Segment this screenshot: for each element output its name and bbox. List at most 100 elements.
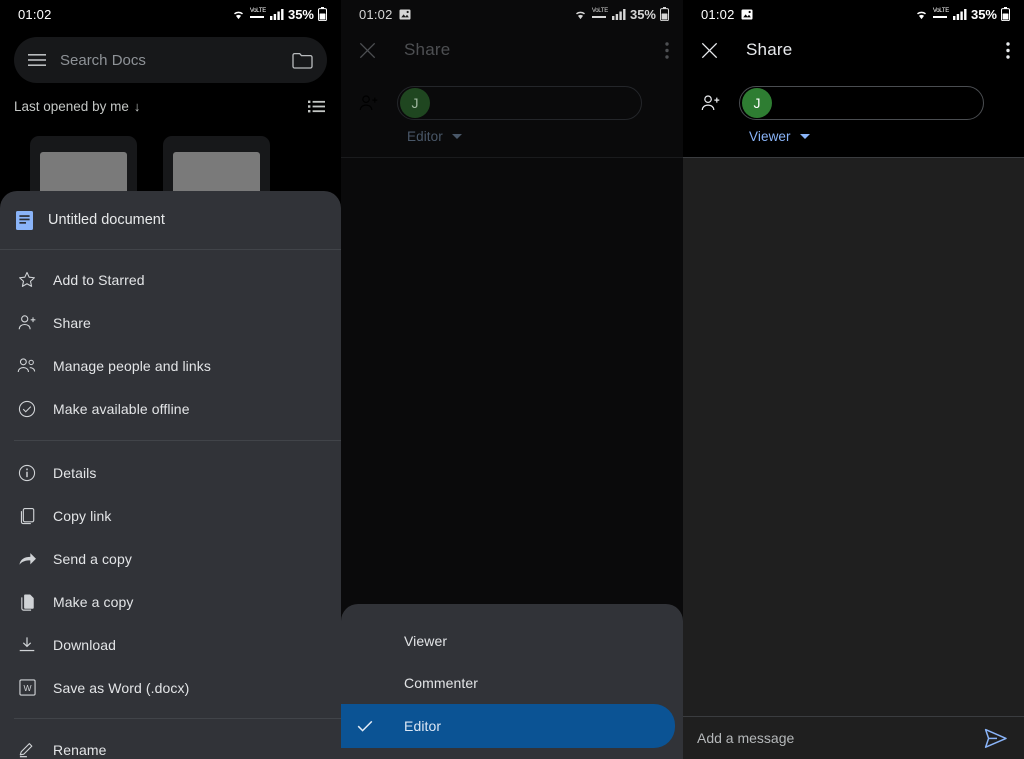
search-input[interactable]: Search Docs: [60, 52, 146, 69]
role-option-label: Commenter: [404, 675, 479, 691]
clock: 01:02: [359, 6, 393, 22]
screenshot-root: 01:02 VoLTE 35% Search Docs Last opened …: [0, 0, 1024, 759]
battery-percent: 35%: [970, 6, 997, 22]
check-icon: [357, 720, 373, 732]
panel-share-editor: 01:02 VoLTE 35% Share J Editor Viewer Co…: [341, 0, 683, 759]
message-input[interactable]: Add a message: [697, 730, 794, 746]
search-bar[interactable]: Search Docs: [14, 37, 327, 83]
share-header-section: Share J: [341, 28, 683, 158]
role-selector[interactable]: Viewer: [683, 120, 1024, 144]
svg-text:W: W: [23, 683, 31, 693]
info-icon: [16, 464, 38, 482]
hamburger-menu-icon[interactable]: [28, 53, 46, 67]
google-docs-icon: [16, 210, 33, 230]
people-icon: [16, 357, 38, 374]
status-bar-right: VoLTE 35%: [914, 7, 1010, 22]
more-vertical-icon[interactable]: [1006, 41, 1010, 59]
role-option-viewer[interactable]: Viewer: [341, 620, 683, 662]
sheet-header: Untitled document: [0, 191, 341, 249]
menu-item-label: Copy link: [53, 507, 112, 524]
signal-bars-icon: [611, 8, 626, 20]
menu-item-details[interactable]: Details: [0, 451, 341, 494]
menu-item-send-a-copy[interactable]: Send a copy: [0, 537, 341, 580]
menu-item-add-to-starred[interactable]: Add to Starred: [0, 258, 341, 301]
recipient-input-chip[interactable]: J: [739, 86, 984, 120]
recipient-input-chip[interactable]: J: [397, 86, 642, 120]
menu-item-manage-people-and-links[interactable]: Manage people and links: [0, 344, 341, 387]
menu-item-make-a-copy[interactable]: Make a copy: [0, 580, 341, 623]
header-divider: [683, 157, 1024, 158]
status-bar: 01:02 VoLTE 35%: [341, 0, 683, 28]
menu-item-label: Make available offline: [53, 400, 190, 417]
star-outline-icon: [16, 271, 38, 289]
share-app-bar: Share: [683, 28, 1024, 72]
role-option-label: Editor: [404, 718, 442, 734]
close-x-icon[interactable]: [701, 42, 718, 59]
recipient-row: J: [341, 72, 683, 120]
chevron-down-icon[interactable]: [451, 134, 462, 139]
battery-icon: [660, 7, 669, 21]
menu-item-download[interactable]: Download: [0, 623, 341, 666]
person-add-icon[interactable]: [701, 94, 721, 112]
role-option-list: Viewer Commenter Editor: [341, 604, 683, 748]
wifi-icon: [914, 8, 929, 20]
role-selector[interactable]: Editor: [341, 120, 683, 144]
sort-label[interactable]: Last opened by me: [14, 99, 129, 114]
menu-item-label: Rename: [53, 741, 107, 758]
image-icon: [399, 8, 411, 20]
header-divider: [341, 157, 683, 158]
wifi-icon: [231, 8, 246, 20]
share-arrow-icon: [16, 551, 38, 567]
close-x-icon[interactable]: [359, 42, 376, 59]
role-label[interactable]: Viewer: [749, 129, 791, 144]
menu-item-save-as-word[interactable]: W Save as Word (.docx): [0, 666, 341, 709]
status-bar-left: 01:02: [359, 7, 411, 22]
sheet-document-title: Untitled document: [48, 212, 165, 228]
battery-percent: 35%: [629, 6, 656, 22]
status-bar-left: 01:02: [18, 7, 52, 22]
volte-icon: VoLTE: [249, 8, 266, 18]
role-option-commenter[interactable]: Commenter: [341, 662, 683, 704]
more-vertical-icon[interactable]: [665, 41, 669, 59]
role-label[interactable]: Editor: [407, 129, 443, 144]
person-add-icon[interactable]: [359, 94, 379, 112]
volte-icon: VoLTE: [591, 8, 608, 18]
role-dropdown-sheet: Viewer Commenter Editor: [341, 604, 683, 759]
battery-icon: [318, 7, 327, 21]
role-option-editor[interactable]: Editor: [341, 704, 675, 748]
menu-item-label: Download: [53, 636, 117, 653]
share-header-section: Share J: [683, 28, 1024, 158]
menu-item-label: Share: [53, 314, 91, 331]
menu-item-copy-link[interactable]: Copy link: [0, 494, 341, 537]
battery-percent: 35%: [287, 6, 314, 22]
image-icon: [741, 8, 753, 20]
menu-item-rename[interactable]: Rename: [0, 728, 341, 759]
status-bar: 01:02 VoLTE 35%: [683, 0, 1024, 28]
share-app-bar: Share: [341, 28, 683, 72]
duplicate-icon: [16, 593, 38, 611]
role-option-label: Viewer: [404, 633, 448, 649]
folder-icon[interactable]: [292, 52, 313, 69]
chevron-down-icon[interactable]: [799, 134, 810, 139]
sort-direction-arrow[interactable]: ↓: [134, 99, 141, 114]
recipient-row: J: [683, 72, 1024, 120]
status-bar-right: VoLTE 35%: [573, 7, 669, 22]
word-doc-icon: W: [16, 679, 38, 696]
menu-item-label: Save as Word (.docx): [53, 679, 190, 696]
menu-item-make-available-offline[interactable]: Make available offline: [0, 387, 341, 430]
wifi-icon: [573, 8, 588, 20]
send-icon[interactable]: [984, 728, 1008, 749]
signal-bars-icon: [952, 8, 967, 20]
sort-row[interactable]: Last opened by me ↓: [0, 83, 341, 114]
download-icon: [16, 636, 38, 653]
page-title: Share: [404, 40, 451, 59]
clock: 01:02: [701, 6, 735, 22]
menu-item-label: Add to Starred: [53, 271, 145, 288]
document-options-sheet: Untitled document Add to Starred Share M…: [0, 191, 341, 759]
avatar: J: [400, 88, 430, 118]
menu-item-label: Manage people and links: [53, 357, 211, 374]
list-view-icon[interactable]: [308, 100, 325, 113]
copy-link-icon: [16, 507, 38, 525]
volte-icon: VoLTE: [932, 8, 949, 18]
menu-item-share[interactable]: Share: [0, 301, 341, 344]
